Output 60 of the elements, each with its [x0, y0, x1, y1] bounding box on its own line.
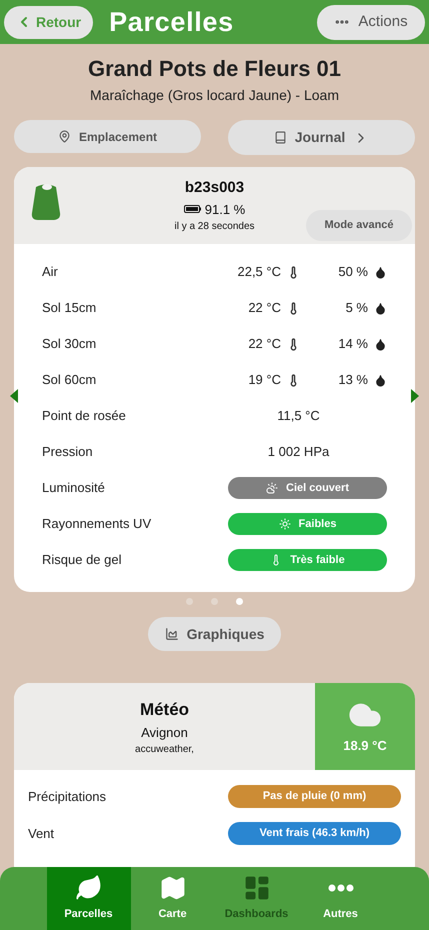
temperature-value: 19 °C	[248, 371, 281, 390]
actions-button[interactable]: Actions	[317, 4, 425, 40]
droplet-icon	[374, 302, 387, 314]
plot-subtitle: Maraîchage (Gros locard Jaune) - Loam	[90, 86, 339, 105]
status-badge: Ciel couvert	[228, 477, 387, 499]
humidity-value: 13 %	[338, 371, 368, 390]
humidity-value: 5 %	[346, 299, 368, 318]
droplet-icon	[374, 266, 387, 278]
leaf-icon	[74, 874, 102, 902]
measure-value: 1 002 HPa	[266, 443, 330, 462]
measure-label: Sol 60cm	[42, 371, 98, 390]
nav-tab[interactable]: Carte	[130, 867, 214, 930]
dashboard-icon	[242, 874, 270, 902]
battery-icon	[184, 205, 201, 214]
book-icon	[274, 131, 287, 144]
next-arrow-icon[interactable]	[411, 389, 419, 403]
droplet-icon	[374, 374, 387, 386]
weather-title: Météo	[140, 699, 190, 721]
humidity-value: 14 %	[338, 335, 368, 354]
weather-label: Précipitations	[28, 788, 106, 806]
location-pin-icon	[58, 130, 71, 143]
measure-label: Sol 30cm	[42, 335, 98, 354]
journal-button[interactable]: Journal	[228, 120, 415, 155]
measure-label: Rayonnements UV	[42, 515, 152, 534]
measure-label: Sol 15cm	[42, 299, 98, 318]
measure-value: 11,5 °C	[276, 407, 321, 426]
temperature-value: 22 °C	[248, 299, 281, 318]
measure-label: Air	[42, 263, 59, 282]
nav-tab[interactable]: Parcelles	[46, 867, 130, 930]
more-icon	[328, 884, 354, 892]
weather-city: Avignon	[141, 724, 188, 742]
sensor-id: b23s003	[184, 178, 244, 198]
measure-label: Pression	[42, 443, 94, 462]
area-chart-icon	[164, 627, 179, 641]
sensor-device-icon	[30, 183, 62, 221]
sun-icon	[278, 518, 291, 530]
measure-label: Luminosité	[42, 479, 106, 498]
status-badge: Très faible	[228, 549, 387, 571]
previous-arrow-icon[interactable]	[10, 389, 18, 403]
weather-temperature: 18.9 °C	[343, 736, 387, 755]
update-time: il y a 28 secondes	[174, 220, 255, 234]
weather-badge: Pas de pluie (0 mm)	[228, 785, 401, 808]
charts-button[interactable]: Graphiques	[148, 617, 281, 651]
droplet-icon	[374, 338, 387, 350]
location-button[interactable]: Emplacement	[14, 120, 201, 153]
weather-badge: Vent frais (46.3 km/h)	[228, 822, 401, 845]
temperature-value: 22,5 °C	[237, 263, 281, 282]
weather-source: accuweather,	[135, 743, 194, 757]
app-title: Parcelles	[109, 6, 234, 39]
nav-tab[interactable]: Autres	[298, 867, 382, 930]
plot-name: Grand Pots de Fleurs 01	[88, 55, 342, 83]
measure-label: Point de rosée	[42, 407, 127, 426]
humidity-value: 50 %	[338, 263, 368, 282]
status-badge: Faibles	[228, 513, 387, 535]
battery-level: 91.1 %	[204, 200, 246, 218]
cloud-sun-icon	[266, 482, 278, 494]
measure-label: Risque de gel	[42, 551, 122, 570]
temperature-value: 22 °C	[248, 335, 281, 354]
advanced-mode-button[interactable]: Mode avancé	[306, 210, 412, 241]
weather-label: Vent	[28, 824, 54, 843]
